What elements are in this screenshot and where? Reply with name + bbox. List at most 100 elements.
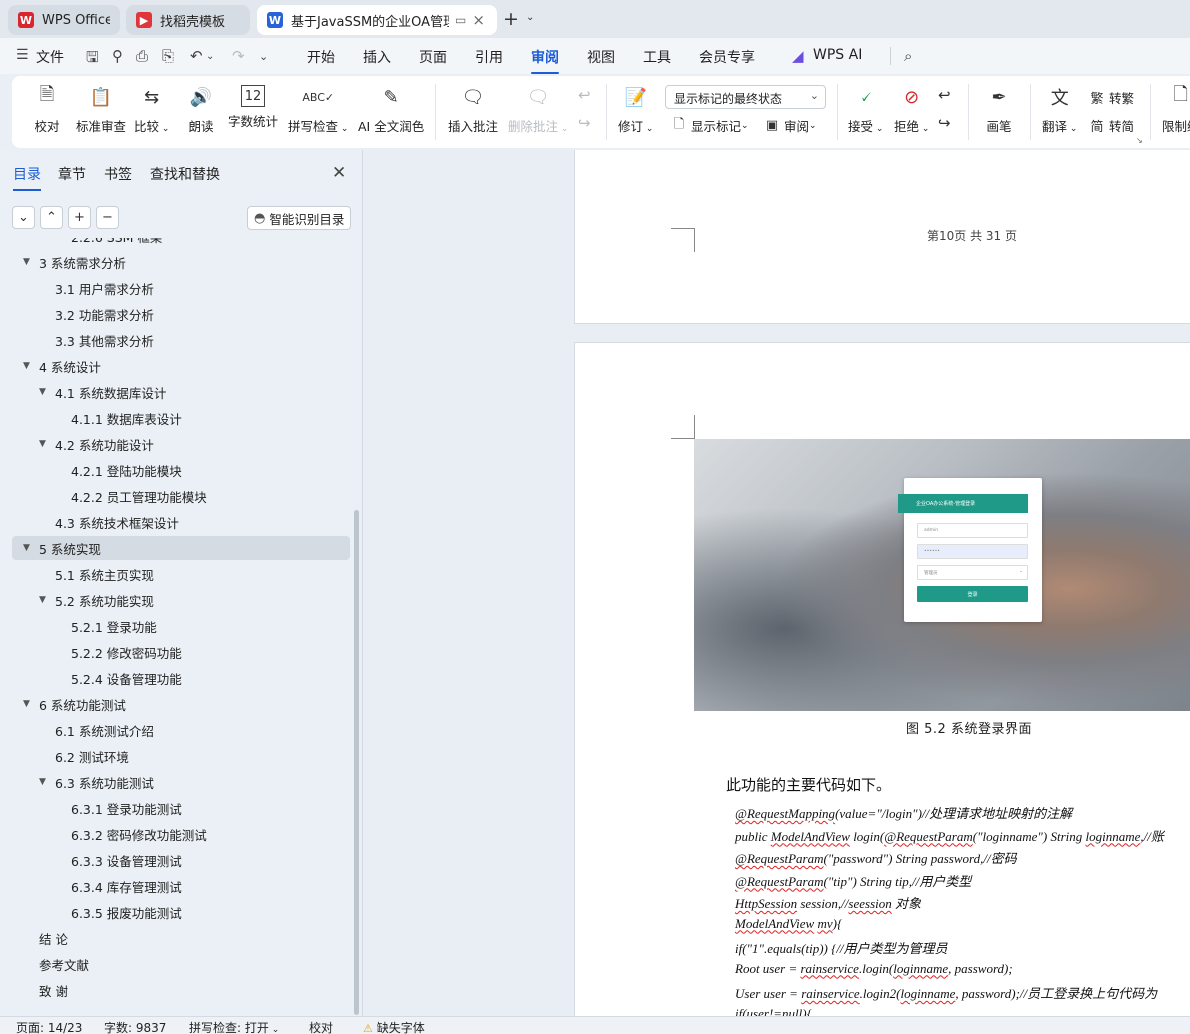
- next-comment-icon[interactable]: ↪: [578, 114, 591, 132]
- previous-change-icon[interactable]: ↩: [938, 86, 951, 104]
- menu-file[interactable]: 文件: [36, 47, 64, 67]
- proofread-status[interactable]: 校对: [309, 1019, 333, 1034]
- redo-icon[interactable]: ↷: [232, 47, 245, 65]
- tab-wps-office[interactable]: W WPS Office: [8, 5, 120, 35]
- undo-icon[interactable]: ↶: [190, 47, 203, 65]
- toc-item[interactable]: 6.3.4 库存管理测试: [12, 874, 350, 898]
- search-icon[interactable]: ⌕: [904, 47, 912, 65]
- expand-triangle-icon[interactable]: ▼: [39, 595, 46, 605]
- standard-review-button[interactable]: 📋 标准审查: [76, 82, 126, 135]
- toc-item[interactable]: 3.3 其他需求分析: [12, 328, 350, 352]
- insert-comment-button[interactable]: 🗨 插入批注: [448, 82, 498, 135]
- next-change-icon[interactable]: ↪: [938, 114, 951, 132]
- toc-item[interactable]: 6.2 测试环境: [12, 744, 350, 768]
- expand-triangle-icon[interactable]: ▼: [23, 543, 30, 553]
- show-markup-button[interactable]: 🗋 显示标记 ⌄: [670, 116, 749, 135]
- close-tab-icon[interactable]: ×: [472, 11, 485, 29]
- expand-triangle-icon[interactable]: ▼: [23, 699, 30, 709]
- expand-triangle-icon[interactable]: ▼: [39, 439, 46, 449]
- review-pane-button[interactable]: ▣ 审阅 ⌄: [763, 116, 817, 135]
- expand-triangle-icon[interactable]: ▼: [39, 777, 46, 787]
- toc-item[interactable]: ▼ 4 系统设计: [12, 354, 350, 378]
- menu-tools[interactable]: 工具: [643, 47, 671, 67]
- word-count-button[interactable]: 12 字数统计: [228, 82, 278, 130]
- tab-bookmarks[interactable]: 书签: [104, 164, 132, 184]
- login-screenshot-figure[interactable]: 企业OA办公系统-管理登录 admin •••••• 管理员 ⌄ 登录: [694, 439, 1190, 711]
- expand-up-button[interactable]: ⌃: [40, 206, 63, 229]
- smart-toc-button[interactable]: ◓ 智能识别目录: [247, 206, 351, 230]
- toc-item[interactable]: ▼ 5 系统实现: [12, 536, 350, 560]
- toc-item[interactable]: 4.2.1 登陆功能模块: [12, 458, 350, 482]
- add-heading-button[interactable]: +: [68, 206, 91, 229]
- undo-chevron-icon[interactable]: ⌄: [206, 51, 214, 62]
- hamburger-icon[interactable]: ☰: [16, 47, 29, 63]
- toc-item[interactable]: ▼ 3 系统需求分析: [12, 250, 350, 274]
- menu-view[interactable]: 视图: [587, 47, 615, 67]
- delete-comment-button[interactable]: 🗨 删除批注 ⌄: [508, 82, 568, 135]
- toc-item[interactable]: 结 论: [12, 926, 350, 950]
- proofread-button[interactable]: 🗎 校对: [32, 82, 62, 135]
- expand-triangle-icon[interactable]: ▼: [39, 387, 46, 397]
- toc-item[interactable]: 6.3.5 报废功能测试: [12, 900, 350, 924]
- reject-button[interactable]: ⊘ 拒绝 ⌄: [894, 82, 929, 135]
- compare-button[interactable]: ⇆ 比较 ⌄: [134, 82, 169, 135]
- toc-item[interactable]: 6.3.2 密码修改功能测试: [12, 822, 350, 846]
- tab-docer-templates[interactable]: ▶ 找稻壳模板: [126, 5, 250, 35]
- menu-membership[interactable]: 会员专享: [699, 47, 755, 67]
- toc-item[interactable]: 4.3 系统技术框架设计: [12, 510, 350, 534]
- remove-heading-button[interactable]: −: [96, 206, 119, 229]
- toc-item[interactable]: ▼ 4.1 系统数据库设计: [12, 380, 350, 404]
- ai-polish-button[interactable]: ✎ AI 全文润色: [358, 82, 424, 135]
- menu-references[interactable]: 引用: [475, 47, 503, 67]
- spell-check-status[interactable]: 拼写检查: 打开 ⌄: [189, 1019, 279, 1034]
- expand-triangle-icon[interactable]: ▼: [23, 361, 30, 371]
- toc-item[interactable]: 5.1 系统主页实现: [12, 562, 350, 586]
- toc-item[interactable]: 6.3.3 设备管理测试: [12, 848, 350, 872]
- toc-item[interactable]: 5.2.4 设备管理功能: [12, 666, 350, 690]
- restrict-editing-button[interactable]: 🗋 限制编: [1162, 82, 1190, 135]
- word-count-indicator[interactable]: 字数: 9837: [104, 1019, 166, 1034]
- tab-find-replace[interactable]: 查找和替换: [150, 164, 220, 184]
- translate-button[interactable]: 文 翻译 ⌄: [1042, 82, 1077, 135]
- toc-item[interactable]: 3.2 功能需求分析: [12, 302, 350, 326]
- tab-current-document[interactable]: W 基于JavaSSM的企业OA管理 ▭ ×: [257, 5, 497, 35]
- read-aloud-button[interactable]: 🔊 朗读: [186, 82, 216, 135]
- expand-triangle-icon[interactable]: ▼: [23, 257, 30, 267]
- toc-item[interactable]: 4.1.1 数据库表设计: [12, 406, 350, 430]
- toc-item[interactable]: 6.1 系统测试介绍: [12, 718, 350, 742]
- to-traditional-button[interactable]: 繁 转繁: [1088, 88, 1134, 107]
- menu-home[interactable]: 开始: [307, 47, 335, 67]
- menu-insert[interactable]: 插入: [363, 47, 391, 67]
- toc-item[interactable]: ▼ 6 系统功能测试: [12, 692, 350, 716]
- link-icon[interactable]: ⚲: [112, 47, 123, 65]
- tab-list-chevron-icon[interactable]: ⌄: [526, 12, 534, 23]
- toc-item[interactable]: 3.1 用户需求分析: [12, 276, 350, 300]
- missing-font-status[interactable]: ⚠ 缺失字体: [363, 1019, 425, 1034]
- pen-button[interactable]: ✒ 画笔: [984, 82, 1014, 135]
- toc-item[interactable]: ▼ 5.2 系统功能实现: [12, 588, 350, 612]
- track-changes-button[interactable]: 📝 修订 ⌄: [618, 82, 653, 135]
- expand-group-icon[interactable]: ↘: [1136, 136, 1143, 145]
- toc-item[interactable]: 5.2.1 登录功能: [12, 614, 350, 638]
- accept-button[interactable]: 🗸 接受 ⌄: [848, 82, 883, 135]
- toc-item[interactable]: 5.2.2 修改密码功能: [12, 640, 350, 664]
- to-simplified-button[interactable]: 简 转简: [1088, 116, 1134, 135]
- toc-item[interactable]: 致 谢: [12, 978, 350, 1002]
- previous-comment-icon[interactable]: ↩: [578, 86, 591, 104]
- markup-state-select[interactable]: 显示标记的最终状态 ⌄: [665, 85, 826, 109]
- print-preview-icon[interactable]: ⎘: [162, 47, 174, 65]
- monitor-icon[interactable]: ▭: [455, 13, 466, 27]
- print-icon[interactable]: ⎙: [136, 47, 148, 65]
- menu-page[interactable]: 页面: [419, 47, 447, 67]
- menu-wps-ai[interactable]: WPS AI: [813, 47, 862, 63]
- more-chevron-icon[interactable]: ⌄: [259, 50, 268, 63]
- tab-toc[interactable]: 目录: [13, 164, 41, 191]
- save-icon[interactable]: 🖫: [86, 47, 99, 72]
- close-panel-icon[interactable]: ✕: [332, 163, 346, 183]
- toc-item[interactable]: 6.3.1 登录功能测试: [12, 796, 350, 820]
- menu-review[interactable]: 审阅: [531, 47, 559, 74]
- tab-chapters[interactable]: 章节: [58, 164, 86, 184]
- spell-check-button[interactable]: ABC✓ 拼写检查 ⌄: [288, 82, 348, 135]
- toc-scrollbar[interactable]: [354, 510, 359, 1015]
- page-indicator[interactable]: 页面: 14/23: [16, 1019, 82, 1034]
